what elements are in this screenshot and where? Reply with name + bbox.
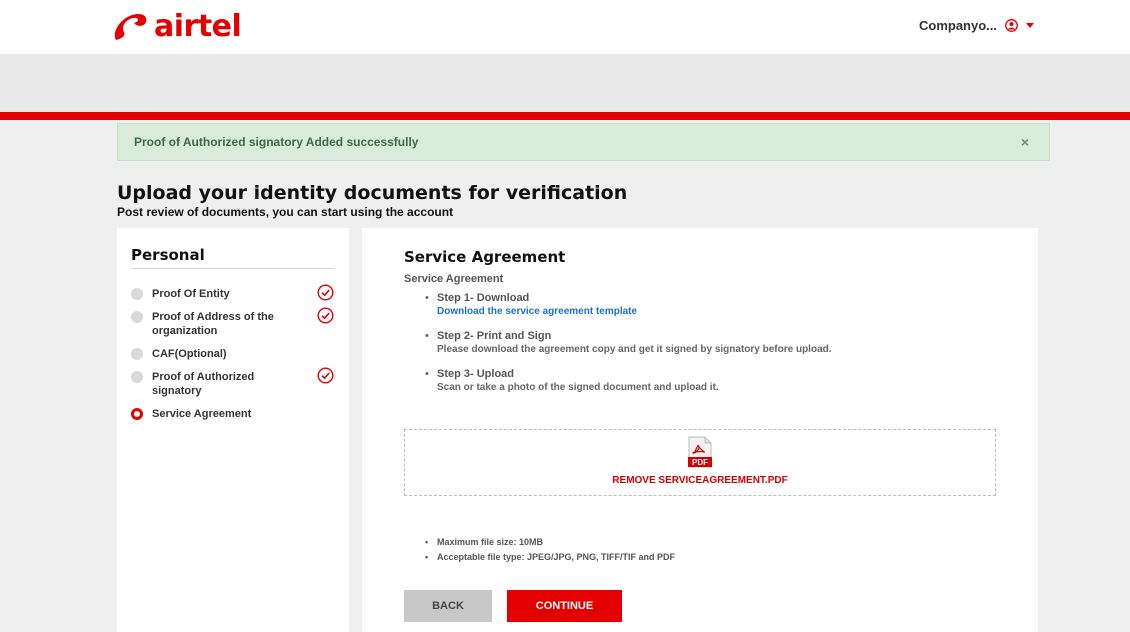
sidebar-item-label: Proof Of Entity [152, 288, 230, 300]
sidebar-item-caf[interactable]: CAF(Optional) [131, 347, 335, 361]
check-circle-icon [317, 284, 334, 301]
user-icon [1005, 19, 1018, 32]
page-subtitle: Post review of documents, you can start … [117, 205, 454, 219]
page-heading: Upload your identity documents for verif… [117, 181, 627, 219]
step-status-dot [131, 348, 143, 360]
alert-message: Proof of Authorized signatory Added succ… [134, 135, 419, 149]
list-item: Step 2- Print and Sign Please download t… [425, 330, 996, 356]
brand-divider [0, 112, 1130, 120]
upload-rules-list: Maximum file size: 10MB Acceptable file … [425, 535, 675, 565]
account-name: Companyo... [918, 18, 997, 33]
step-description: Please download the agreement copy and g… [437, 344, 832, 355]
account-menu[interactable]: Companyo... [919, 18, 1034, 33]
pdf-icon-label: PDF [692, 458, 708, 467]
header-banner [0, 54, 1130, 112]
section-subtitle: Service Agreement [404, 273, 504, 285]
back-button[interactable]: BACK [404, 590, 492, 622]
check-circle-icon [317, 307, 334, 324]
step-status-dot [131, 288, 143, 300]
document-panel: Service Agreement Service Agreement Step… [362, 228, 1038, 632]
check-circle-icon [317, 367, 334, 384]
sidebar-title: Personal [131, 246, 335, 269]
steps-list: Proof Of Entity Proof of Address of the … [131, 284, 335, 421]
step-description: Scan or take a photo of the signed docum… [437, 382, 719, 393]
list-item: Acceptable file type: JPEG/JPG, PNG, TIF… [425, 550, 675, 565]
chevron-down-icon [1026, 23, 1034, 28]
sidebar-item-label: Proof of Authorized signatory [152, 371, 255, 397]
airtel-logo[interactable]: airtel [110, 9, 242, 45]
sidebar-item-label: CAF(Optional) [152, 348, 227, 360]
instructions-list: Step 1- Download Download the service ag… [425, 292, 996, 394]
airtel-swirl-icon [114, 13, 147, 40]
continue-button[interactable]: CONTINUE [507, 590, 622, 622]
list-item: Step 1- Download Download the service ag… [425, 292, 996, 318]
section-title: Service Agreement [404, 248, 566, 266]
sidebar-item-proof-of-address[interactable]: Proof of Address of the organization [131, 307, 335, 338]
download-template-link[interactable]: Download the service agreement template [437, 305, 996, 318]
step-title: Step 2- Print and Sign [437, 330, 552, 342]
sidebar-item-label: Proof of Address of the organization [152, 311, 274, 337]
step-status-dot [131, 311, 143, 323]
page-title: Upload your identity documents for verif… [117, 182, 628, 204]
active-step-radio-icon [131, 408, 143, 420]
close-icon[interactable]: × [1021, 135, 1029, 149]
upload-dropzone[interactable]: PDF REMOVE SERVICEAGREEMENT.PDF [404, 429, 996, 496]
sidebar-item-proof-of-entity[interactable]: Proof Of Entity [131, 284, 335, 301]
list-item: Maximum file size: 10MB [425, 535, 675, 550]
sidebar-item-label: Service Agreement [152, 408, 252, 420]
success-alert: Proof of Authorized signatory Added succ… [117, 123, 1050, 161]
step-title: Step 1- Download [437, 292, 530, 304]
remove-file-button[interactable]: REMOVE SERVICEAGREEMENT.PDF [612, 475, 787, 486]
top-navbar: airtel Companyo... [0, 0, 1130, 54]
sidebar-item-service-agreement[interactable]: Service Agreement [131, 407, 335, 421]
pdf-file-icon: PDF [688, 436, 712, 468]
steps-sidebar: Personal Proof Of Entity Proof of Addres… [117, 228, 349, 632]
list-item: Step 3- Upload Scan or take a photo of t… [425, 368, 996, 394]
sidebar-item-authorized-signatory[interactable]: Proof of Authorized signatory [131, 367, 335, 398]
step-title: Step 3- Upload [437, 368, 515, 380]
logo-text: airtel [154, 9, 242, 44]
step-status-dot [131, 371, 143, 383]
